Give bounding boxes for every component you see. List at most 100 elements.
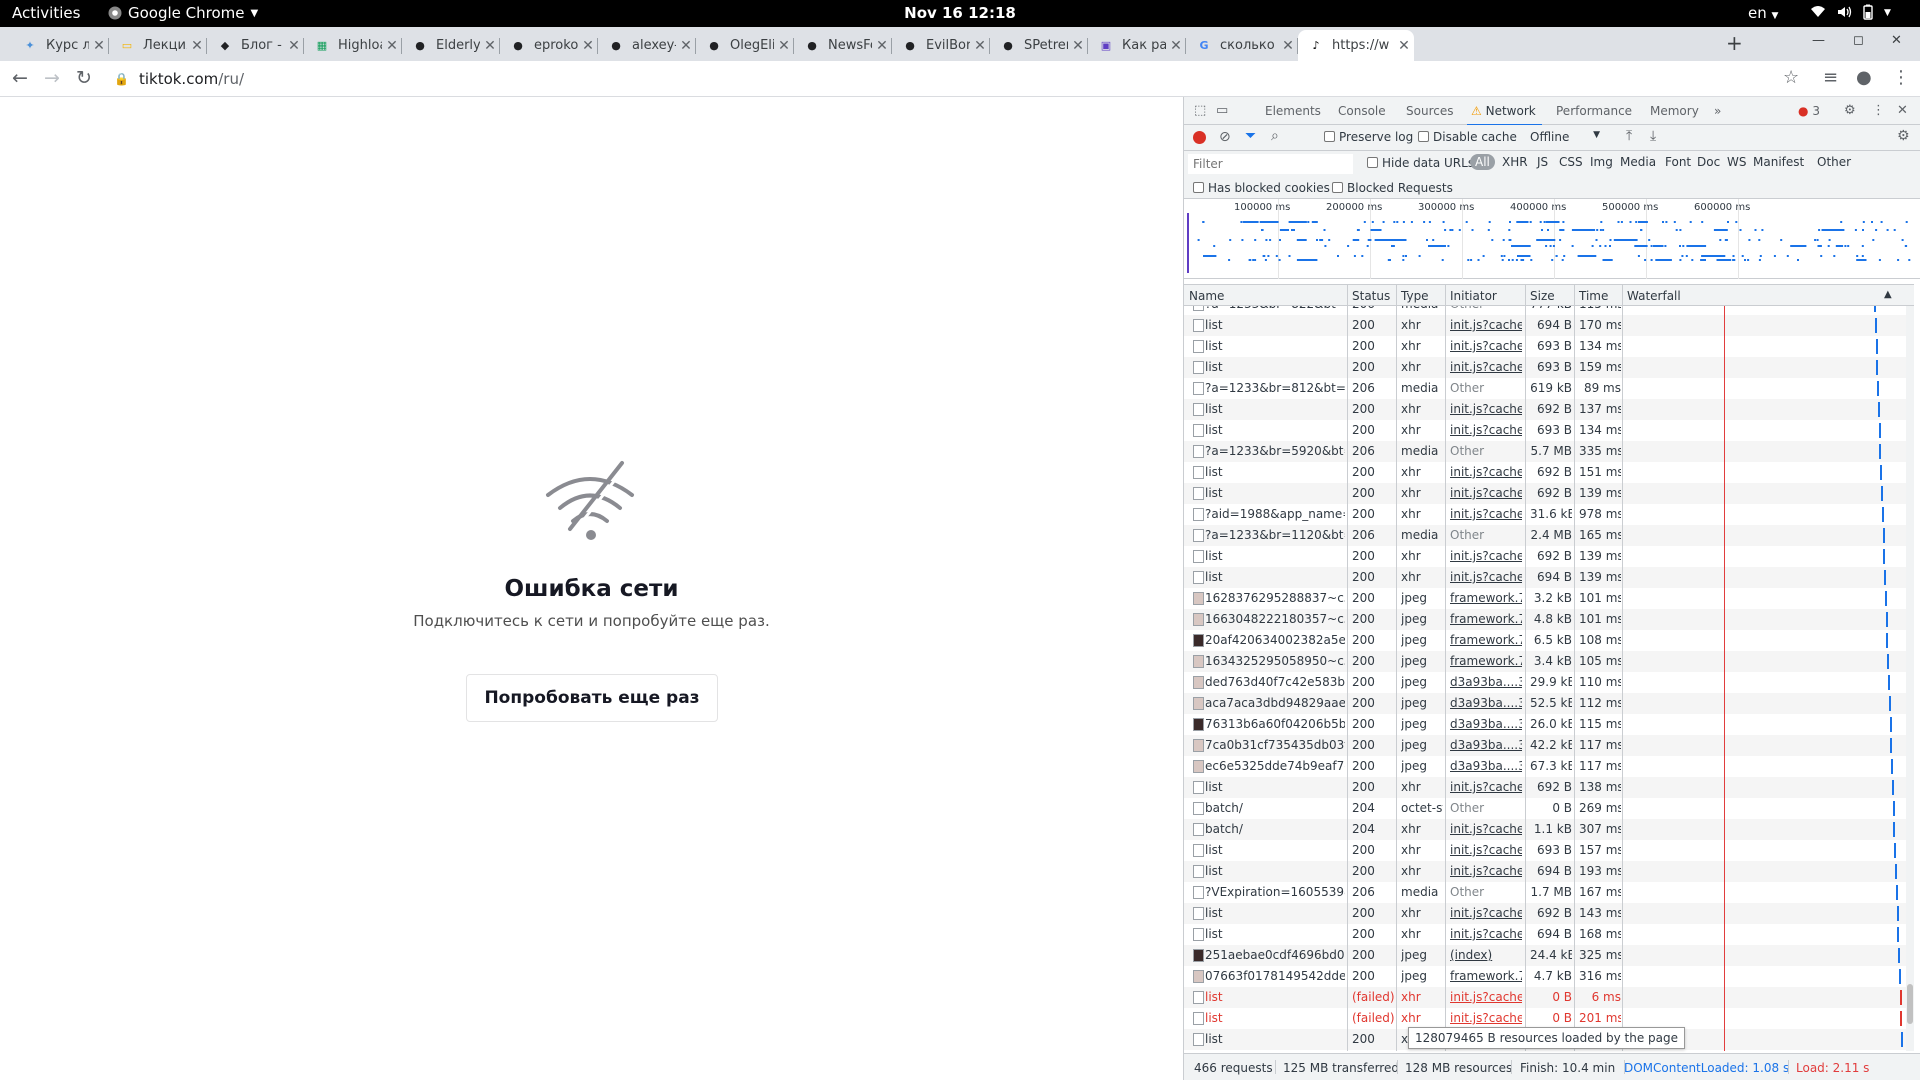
more-tabs-icon[interactable]: »: [1714, 104, 1721, 118]
table-row[interactable]: list 200 xhr init.js?cache:1 692 B 137 ms: [1184, 399, 1914, 420]
table-row[interactable]: batch/204 xhr init.js?cache:1 1.1 kB 307 ms: [1184, 819, 1914, 840]
new-tab-button[interactable]: +: [1726, 31, 1743, 55]
filter-type-other[interactable]: Other: [1817, 155, 1851, 169]
filter-type-media[interactable]: Media: [1620, 155, 1656, 169]
retry-button[interactable]: Попробовать еще раз: [466, 674, 718, 722]
keyboard-layout[interactable]: en ▼: [1748, 4, 1778, 22]
device-toolbar-icon[interactable]: ▭: [1216, 103, 1228, 118]
close-tab-icon[interactable]: ✕: [1278, 38, 1298, 54]
maximize-button[interactable]: ◻: [1853, 33, 1864, 48]
cell-init[interactable]: init.js?cache:1: [1450, 507, 1522, 521]
cell-init[interactable]: init.js?cache:1: [1450, 927, 1522, 941]
cell-init[interactable]: (index): [1450, 948, 1522, 962]
close-tab-icon[interactable]: ✕: [187, 38, 207, 54]
browser-tab[interactable]: ▦ Highload✕: [304, 30, 402, 61]
media-control-icon[interactable]: ≡: [1823, 67, 1838, 88]
cell-init[interactable]: d3a93ba....36b...: [1450, 717, 1522, 731]
table-row[interactable]: 20af420634002382a5e96a3c... 200 jpeg framew…: [1184, 630, 1914, 651]
close-tab-icon[interactable]: ✕: [89, 38, 109, 54]
browser-tab[interactable]: Gсколько ✕: [1186, 30, 1298, 61]
scrollbar-thumb[interactable]: [1907, 984, 1913, 1024]
cell-init[interactable]: init.js?cache:1: [1450, 549, 1522, 563]
col-waterfall[interactable]: Waterfall: [1627, 289, 1681, 303]
col-initiator[interactable]: Initiator: [1450, 289, 1497, 303]
blocked-requests-checkbox[interactable]: Blocked Requests: [1332, 181, 1453, 195]
has-blocked-cookies-checkbox[interactable]: Has blocked cookies: [1193, 181, 1330, 195]
filter-type-js[interactable]: JS: [1537, 155, 1548, 169]
cell-init[interactable]: init.js?cache:1: [1450, 318, 1522, 332]
table-row[interactable]: list 200 xhr init.js?cache:1 694 B 139 ms: [1184, 567, 1914, 588]
preserve-log-checkbox[interactable]: Preserve log: [1324, 130, 1413, 144]
cell-init[interactable]: init.js?cache:1: [1450, 990, 1522, 1004]
table-row[interactable]: 76313b6a60f04206b5b36223... 200 jpeg d3a93b…: [1184, 714, 1914, 735]
table-row[interactable]: list 200 xhr init.js?cache:1 694 B 170 ms: [1184, 315, 1914, 336]
close-devtools-icon[interactable]: ✕: [1897, 103, 1908, 118]
disable-cache-checkbox[interactable]: Disable cache: [1418, 130, 1517, 144]
close-tab-icon[interactable]: ✕: [872, 38, 892, 54]
cell-init[interactable]: init.js?cache:1: [1450, 1011, 1522, 1025]
filter-type-manifest[interactable]: Manifest: [1753, 155, 1804, 169]
browser-tab[interactable]: ● EvilBorsch✕: [892, 30, 990, 61]
download-icon[interactable]: ⤓: [1650, 128, 1656, 144]
table-row[interactable]: ?a=1233&br=5920&bt=2960&c... 206 media Othe…: [1184, 441, 1914, 462]
cell-init[interactable]: init.js?cache:1: [1450, 423, 1522, 437]
table-row[interactable]: list 200 xhr init.js?cache:1 693 B 134 ms: [1184, 420, 1914, 441]
cell-init[interactable]: init.js?cache:1: [1450, 822, 1522, 836]
browser-tab[interactable]: ● Elderly-AI✕: [402, 30, 500, 61]
table-row[interactable]: list (failed) xhr init.js?cache:1 0 B 201 ms: [1184, 1008, 1914, 1029]
cell-init[interactable]: init.js?cache:1: [1450, 360, 1522, 374]
table-row[interactable]: list 200 xhr init.js?cache:1 694 B 193 ms: [1184, 861, 1914, 882]
cell-init[interactable]: framework.72e...: [1450, 969, 1522, 983]
table-row[interactable]: list 200 xhr init.js?cache:1 692 B 139 ms: [1184, 483, 1914, 504]
col-status[interactable]: Status: [1352, 289, 1390, 303]
table-row[interactable]: list 200 xhr init.js?cache:1 693 B 134 ms: [1184, 336, 1914, 357]
cell-init[interactable]: init.js?cache:1: [1450, 864, 1522, 878]
browser-tab[interactable]: ● NewsFeed✕: [794, 30, 892, 61]
tab-elements[interactable]: Elements: [1265, 104, 1321, 118]
tab-network[interactable]: ⚠ Network: [1467, 104, 1542, 126]
close-tab-icon[interactable]: ✕: [578, 38, 598, 54]
filter-type-ws[interactable]: WS: [1727, 155, 1746, 169]
clock[interactable]: Nov 16 12:18: [0, 4, 1920, 22]
cell-init[interactable]: init.js?cache:1: [1450, 465, 1522, 479]
filter-type-all[interactable]: All: [1470, 154, 1495, 170]
table-row[interactable]: ?a=1233&br=1120&bt=560&cr... 206 media Othe…: [1184, 525, 1914, 546]
browser-tab[interactable]: ● eprokofye✕: [500, 30, 598, 61]
table-row[interactable]: 07663f0178149542ddeed962... 200 jpeg framew…: [1184, 966, 1914, 987]
tab-sources[interactable]: Sources: [1406, 104, 1453, 118]
table-row[interactable]: 1634325295058950~c5_100x... 200 jpeg framew…: [1184, 651, 1914, 672]
cell-init[interactable]: framework.72e...: [1450, 633, 1522, 647]
browser-tab[interactable]: ● alexey-er✕: [598, 30, 696, 61]
bookmark-star-icon[interactable]: ☆: [1783, 67, 1799, 88]
cell-init[interactable]: init.js?cache:1: [1450, 402, 1522, 416]
table-scrollbar[interactable]: [1906, 306, 1914, 1051]
throttling-select[interactable]: Offline ▼: [1530, 130, 1600, 144]
settings-gear-icon[interactable]: ⚙: [1844, 103, 1856, 118]
table-row[interactable]: list 200 xhr init.js?cache:1 692 B 139 ms: [1184, 546, 1914, 567]
profile-avatar[interactable]: ●: [1856, 67, 1872, 88]
table-row[interactable]: list 200 xhr init.js?cache:1 693 B 157 ms: [1184, 840, 1914, 861]
request-table[interactable]: ?a=1233&br=822&bt=411&cr=... 206 media Othe…: [1184, 306, 1914, 1051]
inspect-element-icon[interactable]: ⬚: [1194, 103, 1206, 118]
filter-input[interactable]: [1188, 154, 1353, 174]
table-row[interactable]: list 200 xhr init.js?cache:1 692 B 143 ms: [1184, 903, 1914, 924]
table-row[interactable]: list 200 xhr init.js?cache:1 694 B 168 ms: [1184, 924, 1914, 945]
cell-init[interactable]: d3a93ba....36b...: [1450, 738, 1522, 752]
tab-console[interactable]: Console: [1338, 104, 1386, 118]
col-size[interactable]: Size: [1530, 289, 1555, 303]
cell-init[interactable]: framework.72e...: [1450, 591, 1522, 605]
browser-tab[interactable]: ♪ https://w ✕: [1298, 30, 1414, 61]
close-tab-icon[interactable]: ✕: [774, 38, 794, 54]
close-tab-icon[interactable]: ✕: [676, 38, 696, 54]
clear-icon[interactable]: ⊘: [1219, 129, 1231, 145]
filter-type-xhr[interactable]: XHR: [1502, 155, 1528, 169]
table-row[interactable]: 251aebae0cdf4696bd0be320... 200 jpeg (index…: [1184, 945, 1914, 966]
close-tab-icon[interactable]: ✕: [970, 38, 990, 54]
kebab-menu-icon[interactable]: ⋮: [1892, 67, 1910, 88]
upload-icon[interactable]: ⤒: [1626, 128, 1632, 144]
table-row[interactable]: aca7aca3dbd94829aae4eeed... 200 jpeg d3a93b…: [1184, 693, 1914, 714]
table-row[interactable]: 7ca0b31cf735435db03fe0334... 200 jpeg d3a93…: [1184, 735, 1914, 756]
cell-init[interactable]: init.js?cache:1: [1450, 486, 1522, 500]
cell-init[interactable]: framework.72e...: [1450, 612, 1522, 626]
table-row[interactable]: ?a=1233&br=812&bt=406&cr=... 206 media Othe…: [1184, 378, 1914, 399]
